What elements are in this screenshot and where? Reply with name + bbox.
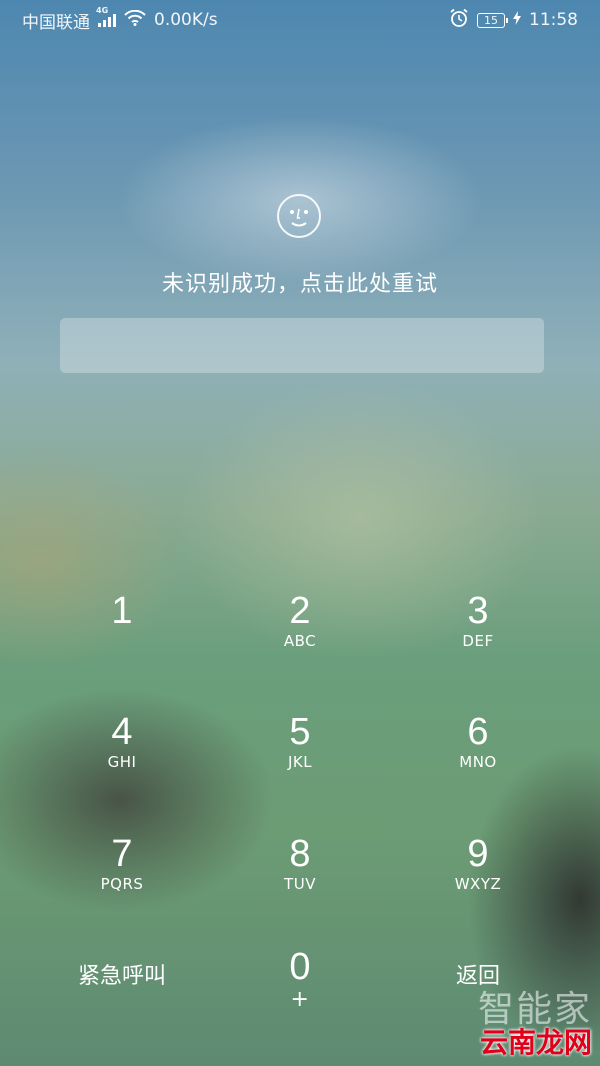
battery-level: 15 — [484, 13, 498, 27]
key-digit: 6 — [467, 711, 489, 753]
signal-icon: 4G — [96, 6, 116, 27]
key-digit: 5 — [289, 711, 311, 753]
key-2[interactable]: 2 ABC — [225, 590, 375, 690]
battery-icon: 15 — [477, 12, 508, 28]
clock-time: 11:58 — [529, 10, 578, 30]
status-right: 15 11:58 — [449, 8, 578, 33]
alarm-icon — [449, 8, 469, 33]
key-digit: 7 — [111, 833, 133, 875]
key-4[interactable]: 4 GHI — [47, 711, 197, 811]
key-letters: ABC — [283, 632, 317, 650]
key-letters: GHI — [107, 753, 137, 771]
key-digit: 9 — [467, 833, 489, 875]
charging-icon — [513, 10, 521, 30]
watermark-top: 智能家 — [477, 989, 592, 1030]
key-letters: JKL — [287, 753, 313, 771]
key-digit: 8 — [289, 833, 311, 875]
key-8[interactable]: 8 TUV — [225, 833, 375, 933]
key-letters: DEF — [462, 632, 494, 650]
key-digit: 2 — [289, 590, 311, 632]
key-9[interactable]: 9 WXYZ — [403, 833, 553, 933]
watermark: 智能家 云南龙网 — [478, 992, 592, 1058]
password-field[interactable] — [60, 318, 544, 373]
wifi-icon — [124, 9, 146, 31]
key-0[interactable]: 0 + — [225, 946, 375, 1046]
network-type: 4G — [96, 6, 109, 15]
carrier-name: 中国联通 — [22, 12, 90, 33]
key-digit: 0 — [289, 946, 311, 988]
key-6[interactable]: 6 MNO — [403, 711, 553, 811]
network-speed: 0.00K/s — [154, 10, 218, 30]
key-1[interactable]: 1 — [47, 590, 197, 690]
status-bar: 中国联通 4G 0.00K/s 15 11:58 — [0, 0, 600, 40]
retry-face-message[interactable]: 未识别成功，点击此处重试 — [0, 266, 600, 298]
key-3[interactable]: 3 DEF — [403, 590, 553, 690]
key-digit: 3 — [467, 590, 489, 632]
status-left: 中国联通 4G 0.00K/s — [22, 6, 218, 33]
emergency-call-button[interactable]: 紧急呼叫 — [42, 958, 202, 990]
key-letters: TUV — [284, 875, 316, 893]
back-button[interactable]: 返回 — [398, 958, 558, 990]
key-5[interactable]: 5 JKL — [225, 711, 375, 811]
key-digit: 1 — [111, 590, 133, 632]
watermark-bottom: 云南龙网 — [479, 1026, 592, 1059]
key-letters: WXYZ — [454, 875, 502, 893]
key-letters: MNO — [459, 753, 497, 771]
face-smile-icon[interactable] — [276, 193, 322, 239]
key-letters: + — [290, 987, 310, 1012]
key-letters: PQRS — [100, 875, 144, 893]
key-7[interactable]: 7 PQRS — [47, 833, 197, 933]
key-digit: 4 — [111, 711, 133, 753]
